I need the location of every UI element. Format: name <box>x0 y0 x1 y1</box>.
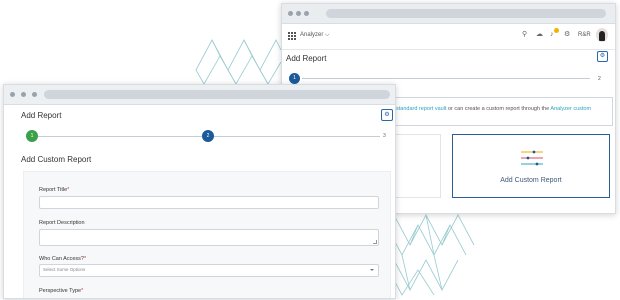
stepper-line <box>302 78 590 79</box>
cloud-icon[interactable]: ☁ <box>536 31 543 39</box>
gear-icon[interactable]: ⚙ <box>564 31 570 39</box>
notification-badge <box>554 28 559 33</box>
info-text: standard report vault or can create a cu… <box>396 106 591 112</box>
page-title: Add Report <box>21 111 62 120</box>
stepper-line-1 <box>38 136 202 137</box>
window-dot-close[interactable] <box>288 11 293 16</box>
who-can-access-select[interactable]: Select Some Options <box>39 264 379 277</box>
report-description-textarea[interactable] <box>39 229 379 246</box>
window-dot-minimize[interactable] <box>21 92 26 97</box>
who-can-access-label: Who Can Access?* <box>39 256 87 262</box>
section-title: Add Custom Report <box>21 155 92 164</box>
custom-report-form: Report Title* Report Description Who Can… <box>23 171 391 298</box>
apps-grid-icon[interactable] <box>288 32 296 40</box>
report-description-label: Report Description <box>39 220 85 226</box>
stepper-step-1: 1 <box>26 130 38 142</box>
window-dot-maximize[interactable] <box>32 92 37 97</box>
user-label[interactable]: R&R <box>578 32 591 38</box>
report-title-label: Report Title* <box>39 187 70 193</box>
report-title-input[interactable] <box>39 196 379 209</box>
front-window: Add Report ⚙ 1 2 3 Add Custom Report Rep… <box>3 84 396 299</box>
notification-bell-icon[interactable]: ♪ <box>550 31 554 39</box>
chevron-down-icon <box>370 269 374 271</box>
custom-report-icon <box>521 150 543 166</box>
who-can-access-placeholder: Select Some Options <box>43 267 86 272</box>
browser-chrome <box>282 4 615 24</box>
stepper-step-3: 3 <box>383 133 386 139</box>
chevron-down-icon: ⌵ <box>325 32 330 38</box>
address-bar[interactable] <box>44 90 390 99</box>
add-custom-report-label: Add Custom Report <box>500 177 562 184</box>
info-middle-text: or can create a custom report through th… <box>446 106 551 112</box>
add-custom-report-card[interactable]: Add Custom Report <box>452 134 610 198</box>
stepper-step-2: 2 <box>598 76 601 82</box>
stepper-line-2 <box>214 136 380 137</box>
required-mark: * <box>67 187 70 193</box>
address-bar[interactable] <box>326 9 606 18</box>
analyzer-custom-link[interactable]: Analyzer custom <box>550 106 591 112</box>
window-dot-minimize[interactable] <box>296 11 301 16</box>
page-title: Add Report <box>286 54 327 63</box>
search-icon[interactable]: ⚲ <box>522 31 527 39</box>
stepper-step-2: 2 <box>202 130 214 142</box>
required-mark: * <box>83 256 87 262</box>
standard-report-vault-link[interactable]: standard report vault <box>396 106 446 112</box>
settings-icon[interactable]: ⚙ <box>381 109 393 121</box>
window-dot-maximize[interactable] <box>304 11 309 16</box>
browser-chrome <box>4 85 395 105</box>
window-dot-close[interactable] <box>10 92 15 97</box>
app-topbar: Analyzer ⌵ ⚲ ☁ ♪ ⚙ R&R <box>282 24 615 50</box>
app-name: Analyzer <box>300 32 324 38</box>
app-switcher[interactable]: Analyzer ⌵ <box>300 32 330 39</box>
required-mark: * <box>81 288 84 294</box>
perspective-type-label: Perspective Type* <box>39 288 84 294</box>
avatar[interactable] <box>596 28 608 42</box>
stepper-step-1: 1 <box>289 73 300 84</box>
settings-icon[interactable]: ⚙ <box>597 51 608 62</box>
